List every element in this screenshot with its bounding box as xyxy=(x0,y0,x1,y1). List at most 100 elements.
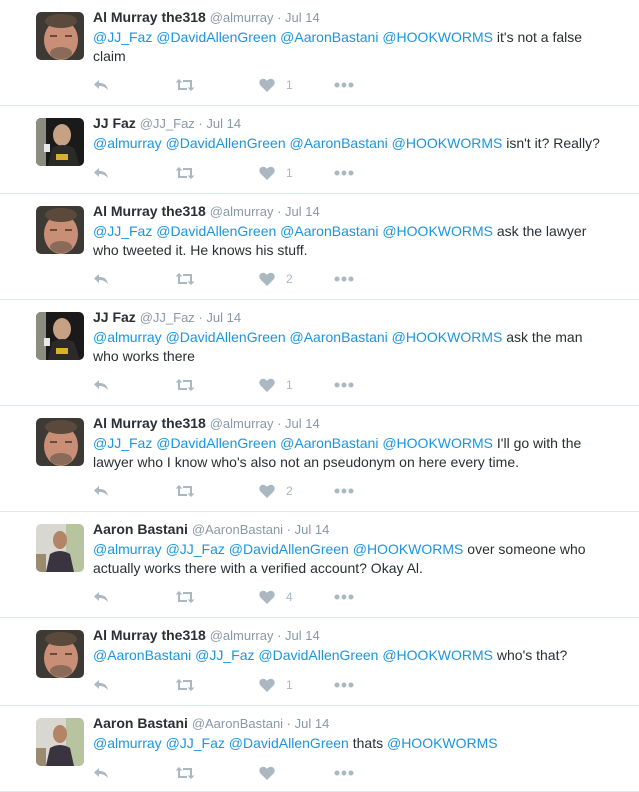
username[interactable]: @JJ_Faz xyxy=(140,310,195,325)
mention-link[interactable]: @HOOKWORMS xyxy=(382,435,493,451)
retweet-button[interactable] xyxy=(175,76,195,94)
tweet[interactable]: Al Murray the318 @almurray · Jul 14 @JJ_F… xyxy=(0,406,639,512)
avatar[interactable] xyxy=(36,630,84,678)
display-name[interactable]: JJ Faz xyxy=(93,309,136,325)
username[interactable]: @AaronBastani xyxy=(192,522,283,537)
mention-link[interactable]: @AaronBastani xyxy=(280,29,378,45)
retweet-button[interactable] xyxy=(175,588,195,606)
more-button[interactable] xyxy=(334,76,354,94)
more-button[interactable] xyxy=(334,676,354,694)
retweet-button[interactable] xyxy=(175,270,195,288)
timestamp[interactable]: Jul 14 xyxy=(285,416,320,431)
retweet-button[interactable] xyxy=(175,676,195,694)
reply-button[interactable] xyxy=(93,588,109,606)
like-button[interactable]: 1 xyxy=(259,676,293,694)
avatar[interactable] xyxy=(36,718,84,766)
mention-link[interactable]: @HOOKWORMS xyxy=(382,223,493,239)
mention-link[interactable]: @AaronBastani xyxy=(280,435,378,451)
like-button[interactable]: 1 xyxy=(259,376,293,394)
like-button[interactable]: 2 xyxy=(259,482,293,500)
timestamp[interactable]: Jul 14 xyxy=(285,10,320,25)
display-name[interactable]: Aaron Bastani xyxy=(93,715,188,731)
username[interactable]: @almurray xyxy=(210,416,274,431)
avatar[interactable] xyxy=(36,418,84,466)
username[interactable]: @AaronBastani xyxy=(192,716,283,731)
reply-button[interactable] xyxy=(93,676,109,694)
mention-link[interactable]: @DavidAllenGreen xyxy=(258,647,378,663)
reply-button[interactable] xyxy=(93,164,109,182)
mention-link[interactable]: @JJ_Faz xyxy=(166,541,225,557)
timestamp[interactable]: Jul 14 xyxy=(295,522,330,537)
avatar[interactable] xyxy=(36,312,84,360)
display-name[interactable]: Al Murray the318 xyxy=(93,203,206,219)
mention-link[interactable]: @AaronBastani xyxy=(290,329,388,345)
display-name[interactable]: Al Murray the318 xyxy=(93,9,206,25)
mention-link[interactable]: @DavidAllenGreen xyxy=(156,435,276,451)
display-name[interactable]: Aaron Bastani xyxy=(93,521,188,537)
mention-link[interactable]: @DavidAllenGreen xyxy=(156,223,276,239)
mention-link[interactable]: @AaronBastani xyxy=(290,135,388,151)
timestamp[interactable]: Jul 14 xyxy=(285,628,320,643)
username[interactable]: @almurray xyxy=(210,204,274,219)
mention-link[interactable]: @JJ_Faz xyxy=(195,647,254,663)
mention-link[interactable]: @AaronBastani xyxy=(280,223,378,239)
avatar[interactable] xyxy=(36,12,84,60)
more-button[interactable] xyxy=(334,270,354,288)
reply-button[interactable] xyxy=(93,376,109,394)
like-button[interactable]: 1 xyxy=(259,164,293,182)
mention-link[interactable]: @AaronBastani xyxy=(93,647,191,663)
mention-link[interactable]: @DavidAllenGreen xyxy=(229,541,349,557)
tweet[interactable]: Al Murray the318 @almurray · Jul 14 @JJ_F… xyxy=(0,194,639,300)
reply-button[interactable] xyxy=(93,76,109,94)
like-button[interactable]: 4 xyxy=(259,588,293,606)
mention-link[interactable]: @HOOKWORMS xyxy=(382,647,493,663)
username[interactable]: @almurray xyxy=(210,10,274,25)
timestamp[interactable]: Jul 14 xyxy=(206,310,241,325)
username[interactable]: @almurray xyxy=(210,628,274,643)
mention-link[interactable]: @JJ_Faz xyxy=(93,29,152,45)
mention-link[interactable]: @HOOKWORMS xyxy=(387,735,498,751)
tweet[interactable]: Aaron Bastani @AaronBastani · Jul 14 @alm… xyxy=(0,512,639,618)
mention-link[interactable]: @almurray xyxy=(93,735,162,751)
mention-link[interactable]: @HOOKWORMS xyxy=(392,329,503,345)
mention-link[interactable]: @almurray xyxy=(93,329,162,345)
retweet-button[interactable] xyxy=(175,482,195,500)
tweet[interactable]: Al Murray the318 @almurray · Jul 14 @JJ_F… xyxy=(0,0,639,106)
avatar[interactable] xyxy=(36,118,84,166)
display-name[interactable]: Al Murray the318 xyxy=(93,415,206,431)
mention-link[interactable]: @HOOKWORMS xyxy=(353,541,464,557)
tweet[interactable]: Aaron Bastani @AaronBastani · Jul 14 @alm… xyxy=(0,706,639,792)
more-button[interactable] xyxy=(334,764,354,782)
mention-link[interactable]: @JJ_Faz xyxy=(93,223,152,239)
mention-link[interactable]: @HOOKWORMS xyxy=(392,135,503,151)
like-button[interactable] xyxy=(259,764,286,782)
timestamp[interactable]: Jul 14 xyxy=(206,116,241,131)
mention-link[interactable]: @almurray xyxy=(93,135,162,151)
mention-link[interactable]: @DavidAllenGreen xyxy=(229,735,349,751)
mention-link[interactable]: @DavidAllenGreen xyxy=(156,29,276,45)
like-button[interactable]: 2 xyxy=(259,270,293,288)
timestamp[interactable]: Jul 14 xyxy=(285,204,320,219)
retweet-button[interactable] xyxy=(175,164,195,182)
username[interactable]: @JJ_Faz xyxy=(140,116,195,131)
more-button[interactable] xyxy=(334,164,354,182)
reply-button[interactable] xyxy=(93,270,109,288)
retweet-button[interactable] xyxy=(175,376,195,394)
display-name[interactable]: Al Murray the318 xyxy=(93,627,206,643)
mention-link[interactable]: @JJ_Faz xyxy=(93,435,152,451)
more-button[interactable] xyxy=(334,482,354,500)
mention-link[interactable]: @DavidAllenGreen xyxy=(166,329,286,345)
avatar[interactable] xyxy=(36,524,84,572)
tweet[interactable]: JJ Faz @JJ_Faz · Jul 14 @almurray @DavidA… xyxy=(0,300,639,406)
display-name[interactable]: JJ Faz xyxy=(93,115,136,131)
reply-button[interactable] xyxy=(93,764,109,782)
mention-link[interactable]: @almurray xyxy=(93,541,162,557)
mention-link[interactable]: @HOOKWORMS xyxy=(382,29,493,45)
like-button[interactable]: 1 xyxy=(259,76,293,94)
more-button[interactable] xyxy=(334,376,354,394)
retweet-button[interactable] xyxy=(175,764,195,782)
timestamp[interactable]: Jul 14 xyxy=(295,716,330,731)
more-button[interactable] xyxy=(334,588,354,606)
mention-link[interactable]: @DavidAllenGreen xyxy=(166,135,286,151)
reply-button[interactable] xyxy=(93,482,109,500)
